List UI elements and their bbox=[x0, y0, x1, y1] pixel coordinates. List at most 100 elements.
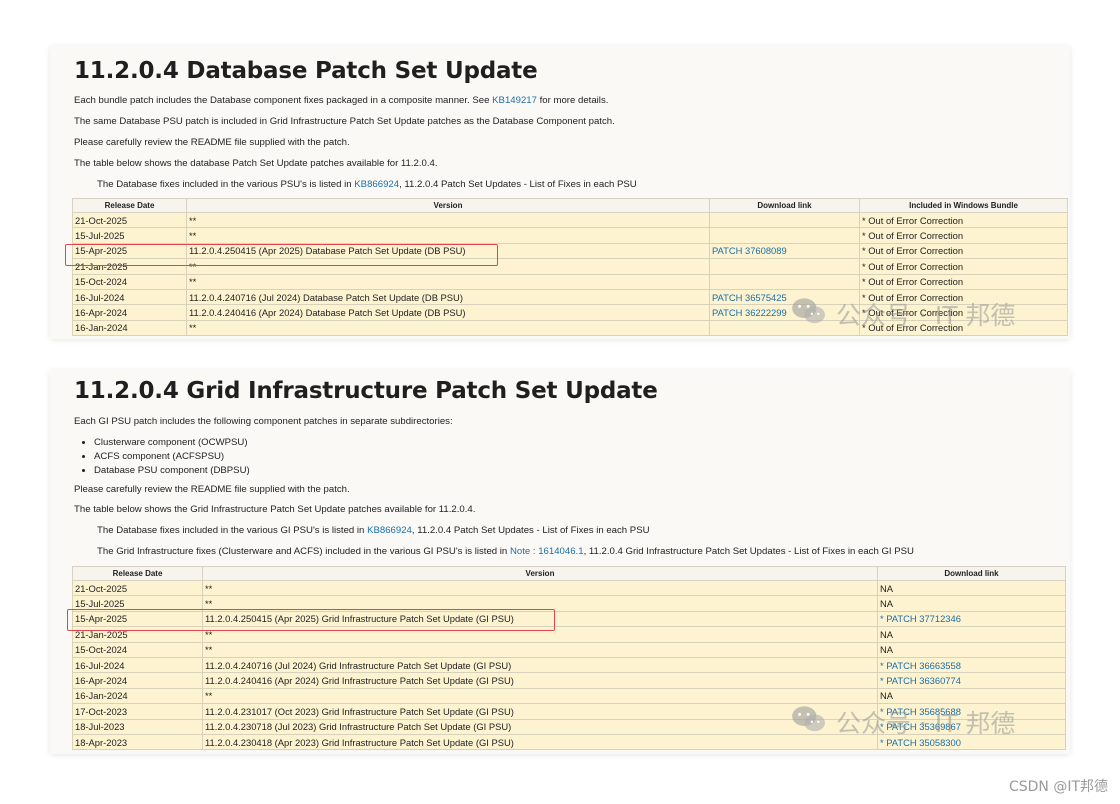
table-row: 18-Jul-2023 11.2.0.4.230718 (Jul 2023) Gr… bbox=[72, 718, 1066, 735]
note-1614046-link[interactable]: Note : 1614046.1 bbox=[510, 546, 584, 557]
version-cell: ** bbox=[202, 595, 878, 612]
na-text: NA bbox=[880, 644, 894, 656]
version-cell: ** bbox=[186, 211, 710, 229]
column-header: Download link bbox=[877, 566, 1066, 581]
release-date-cell: 16-Jan-2024 bbox=[72, 319, 187, 337]
gi-section-title: 11.2.0.4 Grid Infrastructure Patch Set U… bbox=[74, 378, 658, 404]
download-link-cell bbox=[709, 258, 860, 275]
download-link-cell: * PATCH 36663558 bbox=[877, 656, 1066, 674]
list-item: ACFS component (ACFSPSU) bbox=[94, 450, 250, 464]
csdn-credit: CSDN @IT邦德 bbox=[1008, 779, 1108, 795]
db-intro-paragraph: Each bundle patch includes the Database … bbox=[74, 95, 609, 106]
kb149217-link[interactable]: KB149217 bbox=[492, 95, 537, 106]
release-date-cell: 15-Jul-2025 bbox=[72, 227, 187, 244]
patch-link[interactable]: * PATCH 36663558 bbox=[880, 660, 961, 671]
download-link-cell bbox=[709, 211, 860, 229]
download-link-cell: NA bbox=[877, 595, 1066, 612]
db-paragraph-2: The same Database PSU patch is included … bbox=[74, 116, 615, 127]
table-row: 15-Apr-2025 11.2.0.4.250415 (Apr 2025) Gr… bbox=[72, 610, 1066, 628]
version-cell: ** bbox=[186, 227, 710, 244]
windows-bundle-cell: * Out of Error Correction bbox=[859, 319, 1068, 337]
release-date-cell: 16-Jan-2024 bbox=[72, 687, 203, 705]
list-item: Clusterware component (OCWPSU) bbox=[94, 436, 250, 450]
table-row: 21-Jan-2025 ** NA bbox=[72, 626, 1066, 643]
gi-psu-panel: 11.2.0.4 Grid Infrastructure Patch Set U… bbox=[50, 370, 1070, 754]
gi-paragraph-3: The table below shows the Grid Infrastru… bbox=[74, 504, 476, 515]
version-cell: 11.2.0.4.250415 (Apr 2025) Grid Infrastr… bbox=[202, 610, 878, 628]
db-section-title: 11.2.0.4 Database Patch Set Update bbox=[74, 58, 538, 84]
release-date-cell: 21-Jan-2025 bbox=[72, 626, 203, 643]
version-cell: ** bbox=[202, 626, 878, 643]
table-row: 18-Apr-2023 11.2.0.4.230418 (Apr 2023) Gr… bbox=[72, 733, 1066, 751]
release-date-cell: 16-Apr-2024 bbox=[72, 672, 203, 689]
download-link-cell: * PATCH 35369867 bbox=[877, 718, 1066, 735]
table-row: 15-Jul-2025 ** NA bbox=[72, 595, 1066, 612]
table-row: 16-Jan-2024 ** * Out of Error Correction bbox=[72, 319, 1068, 337]
table-row: 16-Jul-2024 11.2.0.4.240716 (Jul 2024) Gr… bbox=[72, 656, 1066, 674]
windows-bundle-cell: * Out of Error Correction bbox=[859, 242, 1068, 260]
download-link-cell: PATCH 36575425 bbox=[709, 288, 860, 306]
download-link-cell bbox=[709, 227, 860, 244]
version-cell: ** bbox=[186, 319, 710, 337]
table-row: 15-Oct-2024 ** * Out of Error Correction bbox=[72, 273, 1068, 290]
version-cell: ** bbox=[186, 273, 710, 290]
version-cell: 11.2.0.4.240416 (Apr 2024) Grid Infrastr… bbox=[202, 672, 878, 689]
windows-bundle-cell: * Out of Error Correction bbox=[859, 304, 1068, 321]
db-paragraph-4: The table below shows the database Patch… bbox=[74, 158, 438, 169]
patch-link[interactable]: * PATCH 35058300 bbox=[880, 737, 961, 748]
release-date-cell: 16-Jul-2024 bbox=[72, 288, 187, 306]
download-link-cell: * PATCH 35685688 bbox=[877, 703, 1066, 720]
na-text: NA bbox=[880, 598, 894, 610]
table-row: 21-Oct-2025 ** * Out of Error Correction bbox=[72, 211, 1068, 229]
version-cell: 11.2.0.4.240716 (Jul 2024) Database Patc… bbox=[186, 288, 710, 306]
release-date-cell: 18-Jul-2023 bbox=[72, 718, 203, 735]
release-date-cell: 16-Jul-2024 bbox=[72, 656, 203, 674]
version-cell: 11.2.0.4.250415 (Apr 2025) Database Patc… bbox=[186, 242, 710, 260]
gi-fixes-note: The Grid Infrastructure fixes (Clusterwa… bbox=[97, 546, 914, 557]
column-header: Version bbox=[202, 566, 878, 581]
list-item: Database PSU component (DBPSU) bbox=[94, 464, 250, 478]
gi-db-fixes-note: The Database fixes included in the vario… bbox=[97, 525, 650, 536]
table-row: 15-Oct-2024 ** NA bbox=[72, 641, 1066, 658]
kb866924-link[interactable]: KB866924 bbox=[367, 525, 412, 536]
table-header-row: Release Date Version Download link Inclu… bbox=[72, 198, 1068, 213]
version-cell: ** bbox=[202, 579, 878, 597]
patch-link[interactable]: PATCH 37608089 bbox=[712, 245, 787, 256]
table-row: 16-Apr-2024 11.2.0.4.240416 (Apr 2024) Da… bbox=[72, 304, 1068, 321]
version-cell: 11.2.0.4.230418 (Apr 2023) Grid Infrastr… bbox=[202, 733, 878, 751]
gi-intro-paragraph: Each GI PSU patch includes the following… bbox=[74, 416, 453, 427]
download-link-cell: NA bbox=[877, 579, 1066, 597]
download-link-cell bbox=[709, 319, 860, 337]
kb866924-link[interactable]: KB866924 bbox=[354, 179, 399, 190]
release-date-cell: 15-Oct-2024 bbox=[72, 641, 203, 658]
download-link-cell: * PATCH 36360774 bbox=[877, 672, 1066, 689]
patch-link[interactable]: * PATCH 35369867 bbox=[880, 721, 961, 732]
db-fixes-note: The Database fixes included in the vario… bbox=[97, 179, 637, 190]
patch-link[interactable]: PATCH 36222299 bbox=[712, 307, 787, 318]
windows-bundle-cell: * Out of Error Correction bbox=[859, 258, 1068, 275]
patch-link[interactable]: * PATCH 37712346 bbox=[880, 613, 961, 624]
version-cell: 11.2.0.4.230718 (Jul 2023) Grid Infrastr… bbox=[202, 718, 878, 735]
column-header: Included in Windows Bundle bbox=[859, 198, 1068, 213]
download-link-cell: * PATCH 37712346 bbox=[877, 610, 1066, 628]
patch-link[interactable]: * PATCH 35685688 bbox=[880, 706, 961, 717]
download-link-cell: NA bbox=[877, 687, 1066, 705]
release-date-cell: 15-Apr-2025 bbox=[72, 610, 203, 628]
release-date-cell: 21-Jan-2025 bbox=[72, 258, 187, 275]
db-psu-table: Release Date Version Download link Inclu… bbox=[72, 198, 1068, 337]
release-date-cell: 21-Oct-2025 bbox=[72, 579, 203, 597]
column-header: Release Date bbox=[72, 198, 187, 213]
patch-link[interactable]: PATCH 36575425 bbox=[712, 292, 787, 303]
version-cell: 11.2.0.4.231017 (Oct 2023) Grid Infrastr… bbox=[202, 703, 878, 720]
db-paragraph-3: Please carefully review the README file … bbox=[74, 137, 350, 148]
table-row: 21-Oct-2025 ** NA bbox=[72, 579, 1066, 597]
column-header: Version bbox=[186, 198, 710, 213]
table-row: 16-Jan-2024 ** NA bbox=[72, 687, 1066, 705]
release-date-cell: 18-Apr-2023 bbox=[72, 733, 203, 751]
release-date-cell: 17-Oct-2023 bbox=[72, 703, 203, 720]
release-date-cell: 15-Oct-2024 bbox=[72, 273, 187, 290]
download-link-cell: * PATCH 35058300 bbox=[877, 733, 1066, 751]
patch-link[interactable]: * PATCH 36360774 bbox=[880, 675, 961, 686]
table-header-row: Release Date Version Download link bbox=[72, 566, 1066, 581]
download-link-cell bbox=[709, 273, 860, 290]
